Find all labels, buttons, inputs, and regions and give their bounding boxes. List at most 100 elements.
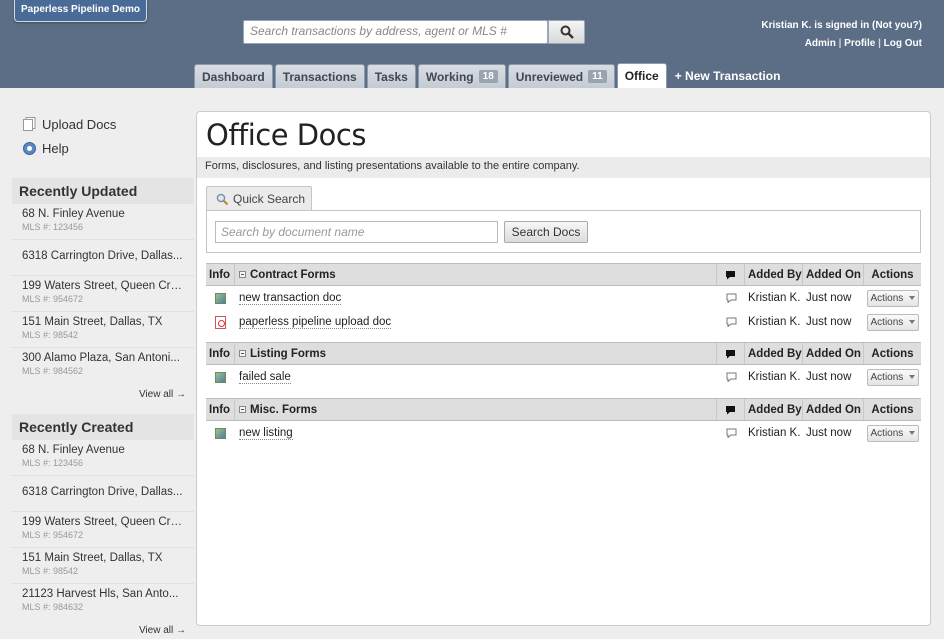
comments-column-header [717,343,745,364]
actions-label: Actions [870,371,904,383]
pdf-icon[interactable] [215,315,226,329]
count-badge: 11 [588,70,607,83]
group-toggle[interactable]: Contract Forms [235,264,717,285]
added-by-column-header: Added By [745,264,803,285]
comment-icon[interactable] [726,372,737,382]
collapse-icon[interactable] [239,406,246,413]
view-all-link[interactable]: View all → [12,384,194,406]
mls-number: MLS #: 984632 [22,602,84,612]
group-toggle[interactable]: Listing Forms [235,343,717,364]
address: 21123 Harvest Hls, San Anto... [22,588,179,600]
list-item[interactable]: 6318 Carrington Drive, Dallas... [12,240,194,276]
tab-transactions[interactable]: Transactions [274,64,365,88]
table-row: failed sale Kristian K. Just now Actions [206,365,921,389]
comments-column-header [717,264,745,285]
collapse-icon[interactable] [239,350,246,357]
actions-label: Actions [870,292,904,304]
doc-name-link[interactable]: new transaction doc [239,292,342,305]
upload-docs-label: Upload Docs [42,116,117,132]
actions-label: Actions [870,316,904,328]
list-item[interactable]: 151 Main Street, Dallas, TX MLS #: 98542 [12,548,194,584]
logout-link[interactable]: Log Out [884,38,922,49]
tab-working[interactable]: Working 18 [417,64,506,88]
added-on: Just now [806,316,852,328]
count-badge: 18 [478,70,498,83]
added-by-column-header: Added By [745,399,803,420]
comment-icon[interactable] [726,293,737,303]
group-name: Contract Forms [250,268,336,281]
info-column-header: Info [206,264,235,285]
list-item[interactable]: 21123 Harvest Hls, San Anto... MLS #: 984… [12,584,194,620]
view-all-link[interactable]: View all → [12,620,194,639]
tab-unreviewed[interactable]: Unreviewed 11 [507,64,615,88]
actions-dropdown[interactable]: Actions [866,424,919,442]
added-by: Kristian K. [748,316,801,328]
actions-column-header: Actions [871,347,914,360]
mls-number: MLS #: 954672 [22,530,84,540]
mls-number: MLS #: 98542 [22,330,79,340]
help-link[interactable]: Help [12,136,194,160]
not-you-link[interactable]: (Not you?) [872,20,922,31]
search-icon [216,193,229,205]
transaction-search-input[interactable]: Search transactions by address, agent or… [243,20,548,44]
tab-label: Unreviewed [515,69,584,84]
chevron-down-icon [908,296,915,300]
comment-icon[interactable] [726,317,737,327]
table-row: new transaction doc Kristian K. Just now… [206,286,921,310]
sidebar: Upload Docs Help Recently Updated 68 N. … [12,112,194,639]
tab-tasks[interactable]: Tasks [366,64,416,88]
list-item[interactable]: 68 N. Finley Avenue MLS #: 123456 [12,440,194,476]
signed-in-text: Kristian K. is signed in [761,20,870,31]
doc-name-link[interactable]: failed sale [239,371,291,384]
admin-link[interactable]: Admin [805,38,836,49]
address: 6318 Carrington Drive, Dallas... [22,486,183,498]
image-doc-icon[interactable] [215,292,226,304]
actions-label: Actions [870,427,904,439]
doc-name-link[interactable]: new listing [239,427,293,440]
actions-dropdown[interactable]: Actions [866,368,919,386]
comments-column-header [717,399,745,420]
image-doc-icon[interactable] [215,371,226,383]
actions-column-header: Actions [871,403,914,416]
recently-created-heading: Recently Created [12,414,194,440]
tab-dashboard[interactable]: Dashboard [194,64,273,88]
list-item[interactable]: 68 N. Finley Avenue MLS #: 123456 [12,204,194,240]
brand-logo[interactable]: Paperless Pipeline Demo [14,0,147,22]
comment-icon[interactable] [726,428,737,438]
info-column-header: Info [206,399,235,420]
added-on-column-header: Added On [803,343,864,364]
added-on-column-header: Added On [803,264,864,285]
quick-search-tab[interactable]: Quick Search [206,186,312,211]
group-toggle[interactable]: Misc. Forms [235,399,717,420]
actions-dropdown[interactable]: Actions [866,289,919,307]
upload-docs-link[interactable]: Upload Docs [12,112,194,136]
collapse-icon[interactable] [239,271,246,278]
search-docs-button[interactable]: Search Docs [504,221,588,243]
list-item[interactable]: 151 Main Street, Dallas, TX MLS #: 98542 [12,312,194,348]
group-name: Listing Forms [250,347,327,360]
tab-label: + New Transaction [674,69,781,83]
new-transaction-button[interactable]: + New Transaction [669,64,788,88]
comment-icon [726,270,735,279]
doc-name-link[interactable]: paperless pipeline upload doc [239,316,392,329]
list-item[interactable]: 199 Waters Street, Queen Cre... MLS #: 95… [12,512,194,548]
image-doc-icon[interactable] [215,427,226,439]
added-by: Kristian K. [748,371,801,383]
list-item[interactable]: 300 Alamo Plaza, San Antoni... MLS #: 984… [12,348,194,384]
separator: | [878,38,881,49]
document-search-input[interactable]: Search by document name [215,221,498,243]
quick-search-box: Search by document name Search Docs [206,210,921,253]
tab-label: Tasks [374,69,408,84]
mls-number: MLS #: 123456 [22,222,84,232]
search-button[interactable] [548,20,585,44]
group-name: Misc. Forms [250,403,318,416]
list-item[interactable]: 199 Waters Street, Queen Cre... MLS #: 95… [12,276,194,312]
actions-dropdown[interactable]: Actions [866,313,919,331]
actions-column-header: Actions [871,268,914,281]
table-row: paperless pipeline upload doc Kristian K… [206,310,921,334]
list-item[interactable]: 6318 Carrington Drive, Dallas... [12,476,194,512]
address: 199 Waters Street, Queen Cre... [22,280,184,292]
quick-search-label: Quick Search [233,192,306,206]
profile-link[interactable]: Profile [844,38,875,49]
tab-office[interactable]: Office [616,63,667,88]
